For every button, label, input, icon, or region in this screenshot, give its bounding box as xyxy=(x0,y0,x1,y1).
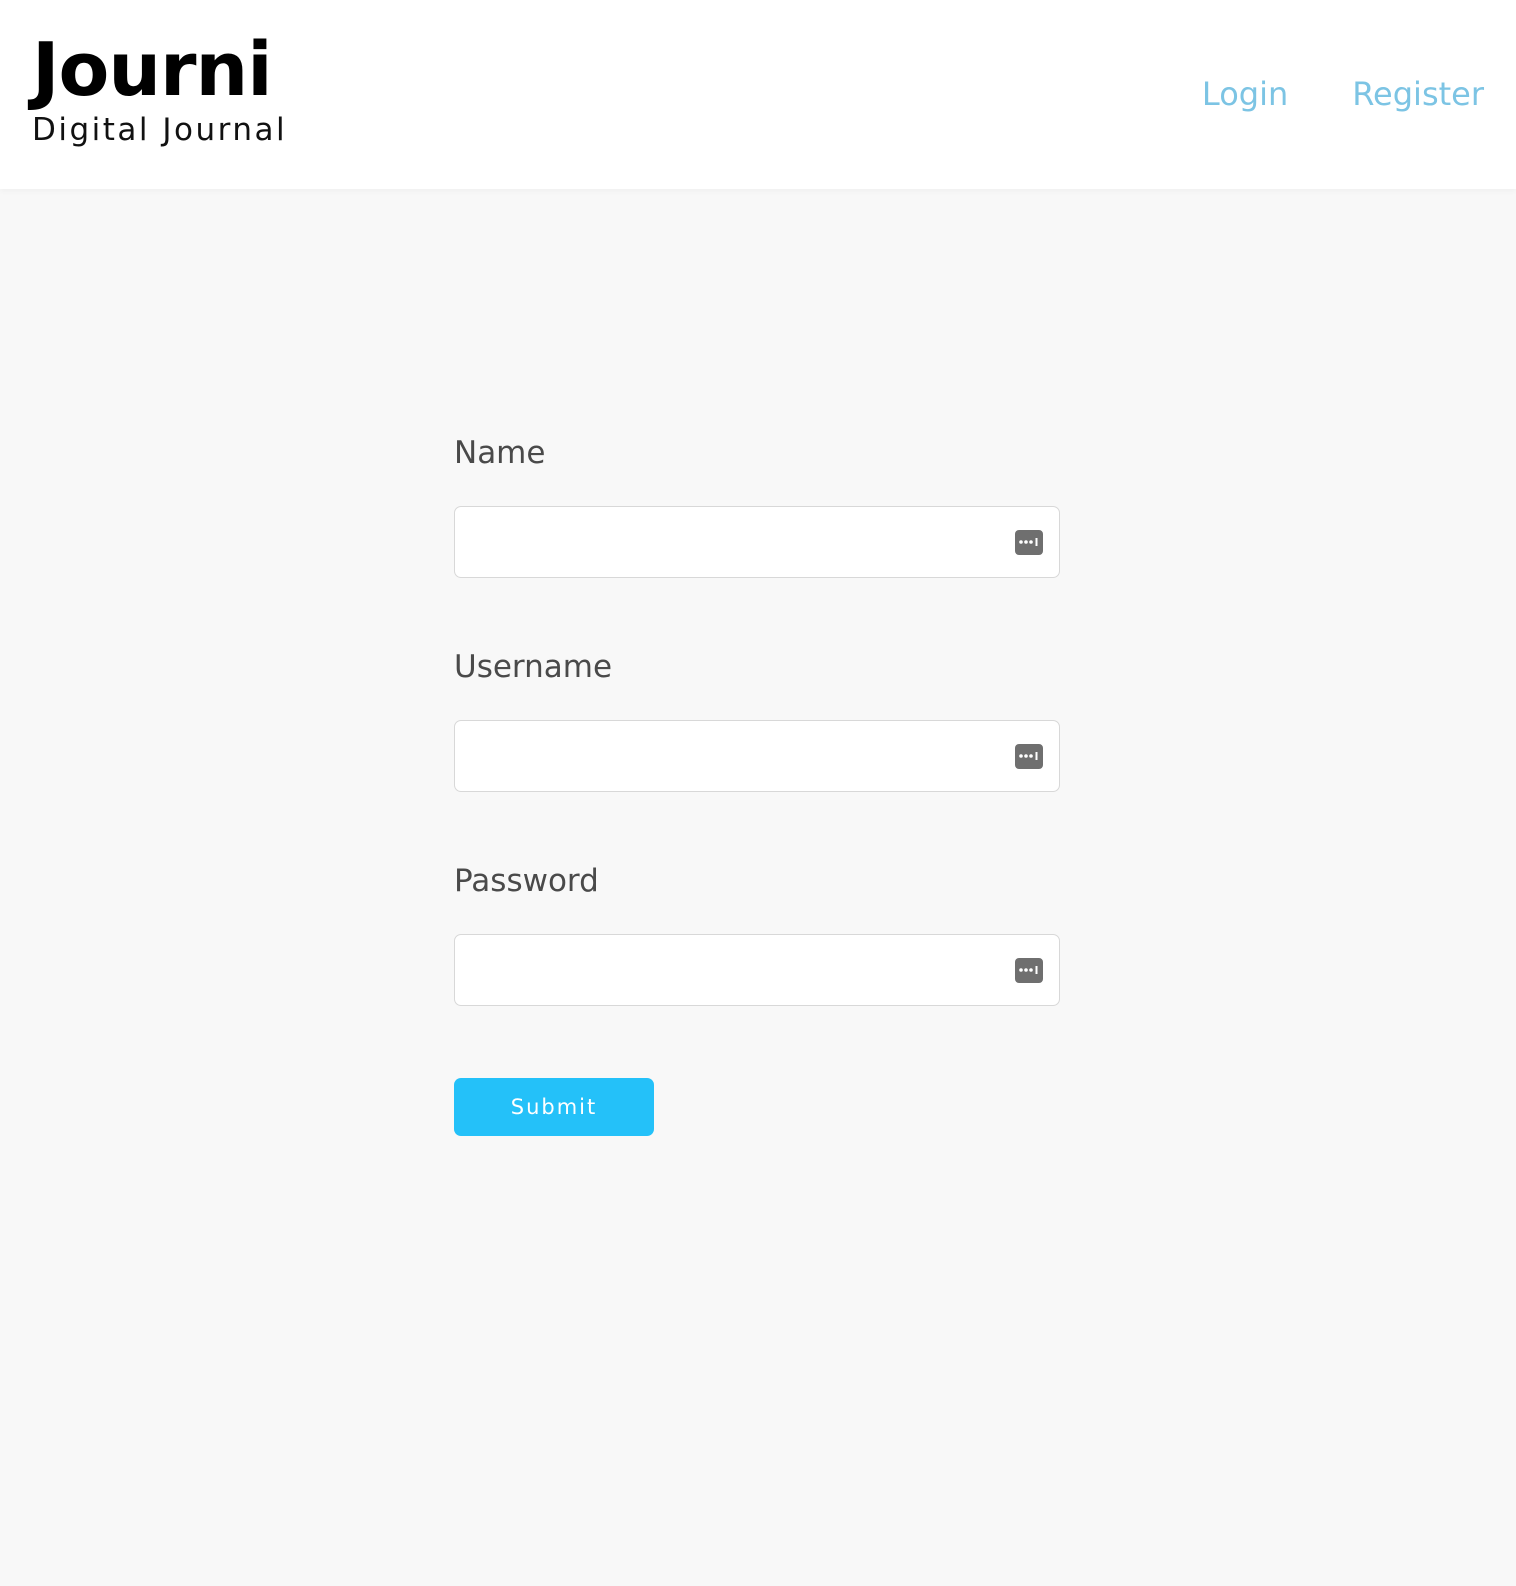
password-label: Password xyxy=(454,863,599,899)
register-link[interactable]: Register xyxy=(1352,72,1484,116)
brand: Journi Digital Journal xyxy=(32,28,287,150)
password-manager-icon[interactable] xyxy=(1015,957,1043,983)
username-label: Username xyxy=(454,649,613,685)
password-input[interactable] xyxy=(455,935,1059,1005)
password-manager-icon[interactable] xyxy=(1015,743,1043,769)
name-input[interactable] xyxy=(455,507,1059,577)
password-manager-icon[interactable] xyxy=(1015,529,1043,555)
top-nav: Login Register xyxy=(1202,72,1484,116)
name-label: Name xyxy=(454,435,546,471)
brand-title: Journi xyxy=(32,27,273,113)
name-field-wrapper xyxy=(454,506,1060,578)
login-link[interactable]: Login xyxy=(1202,72,1288,116)
password-field-wrapper xyxy=(454,934,1060,1006)
username-input[interactable] xyxy=(455,721,1059,791)
register-form: Name Username Password Submit xyxy=(454,432,1062,1136)
brand-subtitle: Digital Journal xyxy=(32,112,288,148)
username-field-wrapper xyxy=(454,720,1060,792)
site-header: Journi Digital Journal Login Register xyxy=(0,0,1516,189)
submit-button[interactable]: Submit xyxy=(454,1078,654,1136)
